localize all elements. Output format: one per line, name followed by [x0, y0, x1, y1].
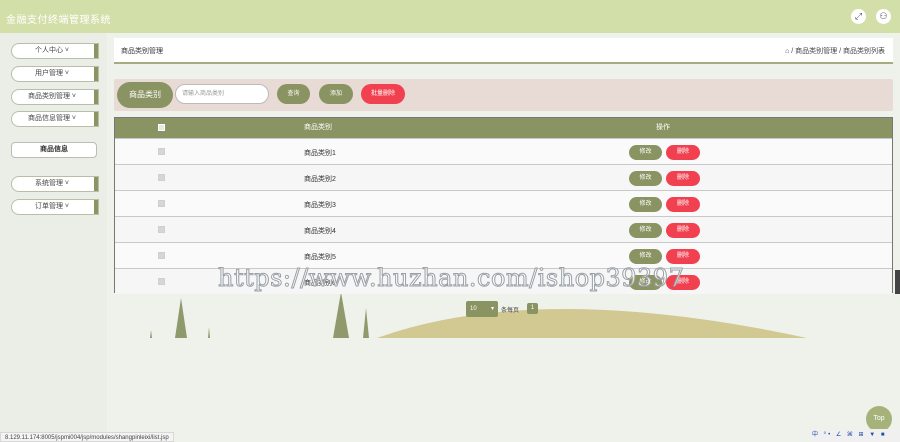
edit-button[interactable]: 修改: [629, 171, 662, 186]
sidebar-item-system-management[interactable]: 系统管理 ˅: [11, 176, 99, 192]
column-header-actions: 操作: [656, 124, 670, 131]
page-size-value: 10: [470, 306, 477, 312]
edit-button[interactable]: 修改: [629, 145, 662, 160]
tree-shape: [333, 292, 349, 338]
search-panel: 商品类别 查询 添加 批量删除: [114, 79, 893, 111]
table-row: 商品类别1 修改 删除: [115, 138, 892, 164]
batch-delete-button[interactable]: 批量删除: [361, 84, 405, 104]
delete-button[interactable]: 删除: [666, 197, 700, 212]
tree-shape: [208, 327, 210, 338]
hill-shape: [377, 309, 807, 338]
category-search-input[interactable]: [175, 84, 269, 104]
table-row: 商品类别2 修改 删除: [115, 164, 892, 190]
delete-button[interactable]: 删除: [666, 145, 700, 160]
table-row: 商品类别4 修改 删除: [115, 216, 892, 242]
sidebar-subitem-product-info[interactable]: 商品信息: [11, 142, 97, 158]
delete-button[interactable]: 删除: [666, 223, 700, 238]
row-checkbox[interactable]: [158, 174, 165, 181]
edit-button[interactable]: 修改: [629, 249, 662, 264]
row-checkbox[interactable]: [158, 252, 165, 259]
tree-shape: [363, 308, 369, 338]
delete-button[interactable]: 删除: [666, 171, 700, 186]
sidebar-item-personal-center[interactable]: 个人中心 ˅: [11, 43, 99, 59]
category-name: 商品类别5: [304, 254, 336, 261]
status-url: 8.129.11.174:8005/jspmi004/jsp/modules/s…: [0, 432, 174, 442]
page-number-button[interactable]: 1: [527, 303, 538, 314]
category-name: 商品类别1: [304, 150, 336, 157]
tree-shape: [175, 298, 187, 338]
sidebar-item-user-management[interactable]: 用户管理 ˅: [11, 66, 99, 82]
row-checkbox[interactable]: [158, 278, 165, 285]
query-button[interactable]: 查询: [277, 84, 310, 104]
delete-button[interactable]: 删除: [666, 249, 700, 264]
page-size-select[interactable]: 10 ▾: [466, 301, 498, 317]
row-checkbox[interactable]: [158, 148, 165, 155]
category-name: 商品类别4: [304, 228, 336, 235]
scrollbar-handle[interactable]: [895, 270, 900, 294]
page-title: 商品类别管理: [121, 48, 163, 55]
app-title: 金融支付终端管理系统: [6, 15, 111, 26]
fullscreen-icon[interactable]: ⤢: [851, 9, 866, 24]
watermark-text: https://www.huzhan.com/ishop39397: [217, 264, 685, 293]
breadcrumb[interactable]: ⌂ / 商品类别管理 / 商品类别列表: [785, 46, 885, 56]
category-name: 商品类别3: [304, 202, 336, 209]
per-page-label: 条每页: [501, 308, 520, 314]
table-header: 商品类别 操作: [115, 118, 892, 138]
user-icon[interactable]: ⚇: [876, 9, 891, 24]
table-row: 商品类别3 修改 删除: [115, 190, 892, 216]
top-header: 金融支付终端管理系统 ⤢ ⚇: [0, 0, 900, 33]
search-label: 商品类别: [117, 82, 173, 108]
tree-shape: [150, 330, 152, 338]
sidebar-item-product-management[interactable]: 商品信息管理 ˅: [11, 111, 99, 127]
edit-button[interactable]: 修改: [629, 197, 662, 212]
landscape-decoration: [150, 292, 807, 338]
ime-toolbar[interactable]: 中 ⁰• ∠ ⌘ ⊞ ▼ ■: [810, 429, 900, 442]
sidebar-item-order-management[interactable]: 订单管理 ˅: [11, 199, 99, 215]
category-name: 商品类别2: [304, 176, 336, 183]
breadcrumb-bar: 商品类别管理 ⌂ / 商品类别管理 / 商品类别列表: [114, 38, 893, 64]
sidebar-item-category-management[interactable]: 商品类别管理 ˅: [11, 89, 99, 105]
add-button[interactable]: 添加: [319, 84, 353, 104]
column-header-category: 商品类别: [304, 124, 332, 131]
select-all-checkbox[interactable]: [158, 124, 165, 131]
row-checkbox[interactable]: [158, 200, 165, 207]
chevron-down-icon: ▾: [490, 306, 494, 312]
edit-button[interactable]: 修改: [629, 223, 662, 238]
row-checkbox[interactable]: [158, 226, 165, 233]
